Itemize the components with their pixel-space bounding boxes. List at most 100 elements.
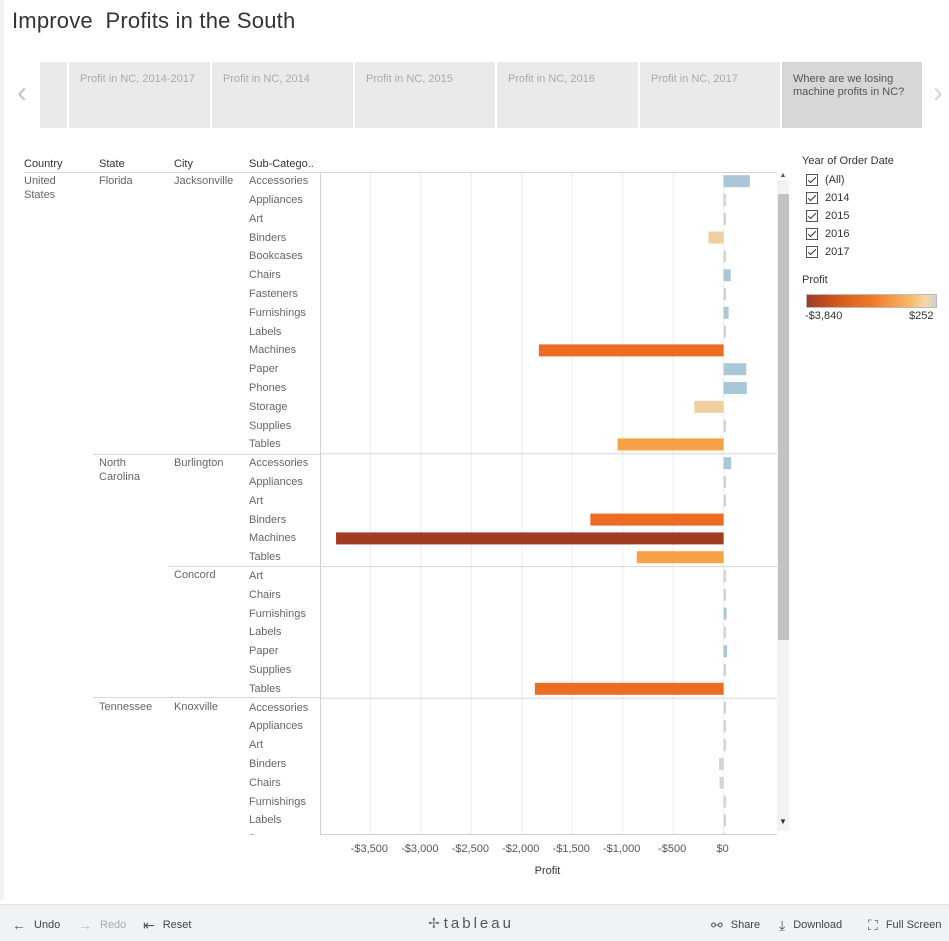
story-point-nc-2014-2017[interactable]: Profit in NC, 2014-2017: [69, 62, 210, 128]
story-point-nc-2016[interactable]: Profit in NC, 2016: [497, 62, 638, 128]
chevron-right-icon[interactable]: ›: [926, 76, 949, 110]
reset-button[interactable]: ⇤ Reset: [143, 918, 191, 932]
filter-option-2015[interactable]: 2015: [802, 207, 947, 225]
profit-bar-chart[interactable]: [320, 172, 777, 835]
story-point-nc-2017[interactable]: Profit in NC, 2017: [640, 62, 780, 128]
header-city[interactable]: City: [174, 158, 193, 170]
profit-bar: [723, 194, 727, 206]
profit-bar: [723, 701, 727, 714]
checkbox-checked-icon[interactable]: [806, 174, 818, 186]
story-point-nc-2015[interactable]: Profit in NC, 2015: [355, 62, 495, 128]
subcategory-cell: Paper: [249, 363, 279, 376]
profit-bar: [336, 532, 724, 545]
subcategory-cell: Furnishings: [249, 306, 306, 319]
fullscreen-icon: ⛶: [868, 917, 878, 933]
share-button[interactable]: ⚯ Share: [711, 917, 761, 933]
profit-bar: [723, 457, 732, 470]
subcategory-cell: Tables: [249, 682, 281, 695]
profit-bar: [708, 231, 724, 244]
profit-bar: [723, 795, 727, 808]
subcategory-cell: Furnishings: [249, 607, 306, 620]
subcategory-cell: Appliances: [249, 194, 303, 206]
filter-option-2016[interactable]: 2016: [802, 225, 947, 243]
redo-label: Redo: [100, 919, 127, 931]
subcategory-cell: Phones: [249, 382, 287, 394]
profit-bar: [719, 776, 724, 789]
subcategory-cell: Labels: [249, 626, 282, 639]
subcategory-cell: Art: [249, 212, 264, 225]
x-axis: Profit -$3,500 -$3,000 -$2,500 -$2,000 -$1,5…: [320, 835, 777, 885]
x-tick-label: -$1,500: [552, 843, 590, 855]
story-point-nc-2014[interactable]: Profit in NC, 2014: [212, 62, 353, 128]
filter-option-2017[interactable]: 2017: [802, 243, 947, 261]
fullscreen-button[interactable]: ⛶ Full Screen: [868, 917, 942, 933]
x-tick-label: -$2,500: [451, 843, 489, 855]
fullscreen-label: Full Screen: [885, 919, 942, 931]
city-cell-jacksonville: Jacksonville: [174, 175, 234, 187]
subcategory-cell: Furnishings: [249, 795, 306, 808]
subcategory-cell: Supplies: [249, 419, 292, 432]
subcategory-cell: Chairs: [249, 776, 281, 789]
share-icon: ⚯: [711, 917, 723, 933]
subcategory-cell: Paper: [249, 645, 279, 658]
x-axis-title: Profit: [534, 865, 561, 877]
checkbox-checked-icon[interactable]: [806, 192, 818, 204]
row-separator: [168, 566, 320, 567]
share-label: Share: [730, 919, 761, 931]
checkbox-checked-icon[interactable]: [806, 228, 818, 240]
scroll-down-arrow[interactable]: ▼: [777, 817, 789, 827]
profit-bar: [636, 551, 724, 564]
profit-bar: [723, 645, 728, 658]
subcategory-cell: Appliances: [249, 720, 303, 733]
subcategory-cell: Binders: [249, 513, 287, 526]
row-separator: [93, 697, 320, 698]
subcategory-cell: Storage: [249, 400, 288, 413]
profit-bar: [723, 607, 727, 620]
story-navigator: ‹ Profit in NC, 2014-2017 Profit in NC, …: [0, 62, 949, 130]
profit-bar: [694, 400, 724, 413]
filter-option-2014[interactable]: 2014: [802, 189, 947, 207]
filter-option-all[interactable]: (All): [802, 171, 947, 189]
subcategory-cell: Chairs: [249, 269, 281, 282]
undo-button[interactable]: ← Undo: [12, 917, 60, 933]
story-point-machine-losses[interactable]: Where are we losing machine profits in N…: [782, 62, 922, 128]
tableau-plus-icon: ✢: [428, 915, 440, 931]
profit-bar: [723, 325, 727, 338]
redo-button[interactable]: → Redo: [78, 918, 127, 932]
profit-bar: [723, 476, 727, 488]
header-country[interactable]: Country: [24, 158, 63, 170]
country-cell: United States: [24, 175, 56, 201]
subcategory-cell: Art: [249, 494, 264, 507]
profit-bar: [723, 382, 747, 394]
checkbox-checked-icon[interactable]: [806, 246, 818, 258]
filter-option-label: 2015: [825, 210, 850, 222]
x-tick-label: -$500: [658, 843, 687, 855]
checkbox-checked-icon[interactable]: [806, 210, 818, 222]
x-tick-label: -$3,000: [401, 843, 439, 855]
download-button[interactable]: ⤓ Download: [779, 918, 843, 932]
download-label: Download: [793, 919, 843, 931]
scroll-up-arrow[interactable]: ▲: [777, 172, 789, 180]
scrollbar-thumb[interactable]: [778, 194, 789, 640]
profit-color-legend: Profit -$3,840 $252: [802, 274, 942, 322]
filter-option-label: 2016: [825, 228, 850, 240]
header-subcategory[interactable]: Sub-Catego..: [249, 158, 314, 170]
city-cell-concord: Concord: [174, 569, 216, 581]
chevron-left-icon[interactable]: ‹: [10, 76, 34, 110]
undo-arrow-icon: ←: [12, 917, 26, 933]
header-state[interactable]: State: [99, 158, 125, 170]
profit-bar: [723, 175, 750, 188]
subcategory-cell: Machines: [249, 344, 297, 357]
profit-bar: [617, 438, 724, 451]
city-cell-burlington: Burlington: [174, 457, 224, 469]
story-point-blank[interactable]: [40, 62, 67, 128]
row-separator: [93, 454, 320, 455]
profit-bar: [723, 570, 727, 582]
subcategory-cell: Tables: [249, 438, 281, 451]
filter-option-label: 2014: [825, 192, 850, 204]
subcategory-cell: Accessories: [249, 175, 309, 188]
story-title: Improve Profits in the South: [12, 8, 296, 33]
state-cell-florida: Florida: [99, 175, 133, 187]
subcategory-cell: Art: [249, 570, 264, 582]
subcategory-cell: Labels: [249, 325, 282, 338]
